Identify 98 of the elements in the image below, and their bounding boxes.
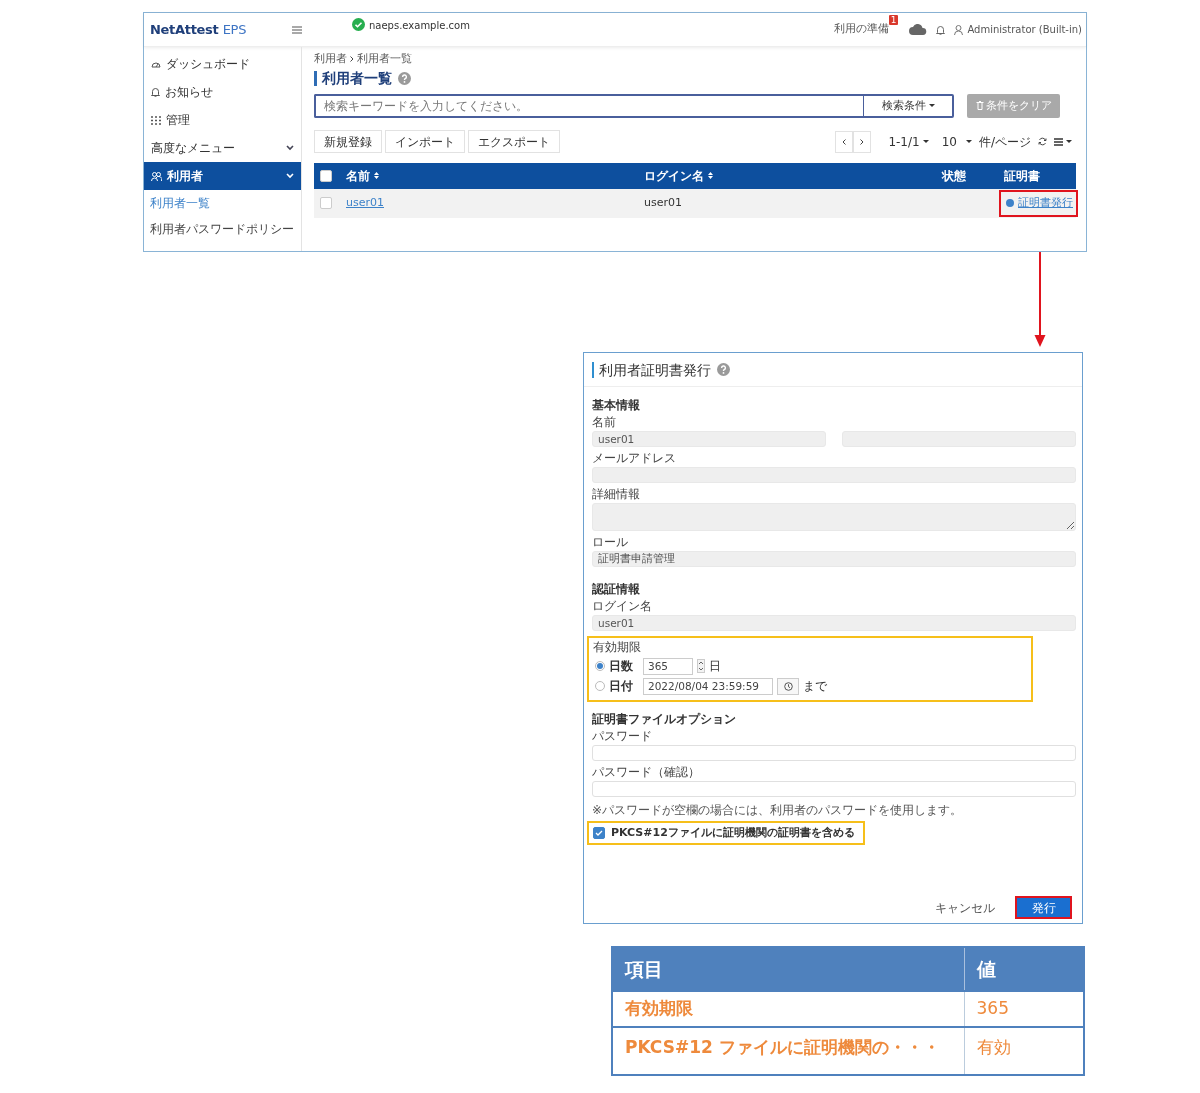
column-header: 状態 [942,167,966,185]
chevron-left-icon [842,138,847,145]
chevron-right-icon [350,55,354,62]
column-header: 証明書 [1004,167,1040,185]
cancel-button[interactable]: キャンセル [929,897,1001,918]
host-name: naeps.example.com [369,19,470,33]
table-cell-text: user01 [644,195,683,211]
menu-icon[interactable] [292,25,302,34]
user-link[interactable]: user01 [346,196,384,209]
field-label: ロール [592,536,629,549]
field-label: パスワード [592,730,653,743]
radio-label: 日数 [609,658,633,675]
table-cell: PKCS#12 ファイルに証明機関の・・・ [612,1027,964,1075]
input-field[interactable] [592,503,1076,531]
field-label: 名前 [592,416,617,429]
action-button[interactable]: エクスポート [468,130,560,154]
breadcrumb-item[interactable]: 利用者 [314,51,347,67]
sidebar-item[interactable]: 高度なメニュー [144,134,301,162]
spinner-icon[interactable] [697,659,705,673]
user-menu[interactable]: Administrator (Built-in) [954,22,1082,37]
gauge-icon [151,59,161,69]
section-heading: 証明書ファイルオプション [592,711,737,728]
range-dropdown[interactable]: 1-1/1 [888,132,929,151]
dot-icon [1006,198,1014,207]
select-all-checkbox[interactable] [320,169,332,182]
breadcrumb-item[interactable]: 利用者一覧 [357,51,412,67]
action-button[interactable]: 新規登録 [314,130,382,154]
number-field[interactable]: 365 [643,657,693,675]
dialog-title: 利用者証明書発行 [592,361,711,378]
input-field[interactable] [592,781,1076,797]
field-label: メールアドレス [592,452,677,465]
column-header: 値 [964,947,1084,991]
users-icon [151,171,162,181]
chevron-right-icon [860,138,865,145]
caret-icon [928,104,935,108]
input-field[interactable] [592,745,1076,761]
checkbox-label: PKCS#12ファイルに証明機関の証明書を含める [611,824,855,841]
radio-button[interactable] [595,681,605,691]
column-toggle-button[interactable] [1054,137,1072,146]
table-cell: 有効期限 [612,991,964,1027]
field-label: 有効期限 [593,641,642,654]
refresh-icon[interactable] [1038,137,1047,147]
section-heading: 認証情報 [592,581,641,598]
bell-icon [151,87,160,97]
checkbox[interactable] [593,827,605,839]
sidebar-item[interactable]: お知らせ [144,78,301,106]
time-picker-button[interactable] [777,677,799,695]
sort-icon [374,172,379,180]
action-button[interactable]: インポート [385,130,465,154]
sidebar-item[interactable]: 管理 [144,106,301,134]
column-header[interactable]: 名前 [346,166,379,185]
sidebar-item[interactable]: 利用者 [144,162,301,190]
setup-link[interactable]: 利用の準備 [833,21,889,38]
help-icon[interactable] [398,72,411,86]
cloud-icon[interactable] [909,24,928,35]
input-field[interactable]: user01 [592,431,826,447]
logo: NetAttest EPS [149,20,248,39]
radio-label: 日付 [609,678,633,695]
sort-icon [708,172,713,180]
notification-badge: 1 [888,15,899,26]
sidebar-item[interactable]: ダッシュボード [144,50,301,78]
caret-icon [1066,140,1072,144]
help-note: ※パスワードが空欄の場合には、利用者のパスワードを使用します。 [592,802,964,819]
sidebar-subitem[interactable]: 利用者パスワードポリシー [144,216,301,242]
radio-button[interactable] [595,661,605,671]
column-header: 項目 [612,947,964,991]
input-field[interactable]: 証明書申請管理 [592,551,1076,567]
column-header[interactable]: ログイン名 [644,166,713,185]
date-field[interactable]: 2022/08/04 23:59:59 [643,677,773,695]
unit-label: 日 [709,658,721,675]
unit-label: まで [803,678,827,695]
issue-certificate-link[interactable]: 証明書発行 [1018,194,1073,211]
page-size-dropdown[interactable]: 10 [941,132,972,151]
field-label: 詳細情報 [592,488,641,501]
trash-icon [975,101,984,111]
sidebar-subitem[interactable]: 利用者一覧 [144,190,301,216]
list-icon [1054,137,1063,146]
search-field[interactable]: 検索キーワードを入力してください。 [314,93,863,118]
grid-icon [151,115,161,125]
page-size-label: 件/ページ [978,133,1031,151]
page-title: 利用者一覧 [314,71,392,87]
section-heading: 基本情報 [592,397,641,414]
bell-icon[interactable] [936,24,946,35]
caret-icon [922,140,929,144]
row-checkbox[interactable] [320,197,332,210]
table-cell: 有効 [964,1027,1084,1075]
clock-icon [783,681,793,691]
input-field[interactable]: user01 [592,615,1076,631]
field-label: パスワード（確認） [592,766,701,779]
search-condition-dropdown[interactable]: 検索条件 [863,93,954,118]
table-cell: 365 [964,991,1084,1027]
chevron-down-icon [286,173,294,179]
help-icon[interactable] [717,363,730,376]
issue-button[interactable]: 発行 [1017,898,1070,917]
caret-icon [965,140,972,144]
chevron-down-icon [286,145,294,151]
user-icon [954,24,964,35]
field-label: ログイン名 [592,600,653,613]
